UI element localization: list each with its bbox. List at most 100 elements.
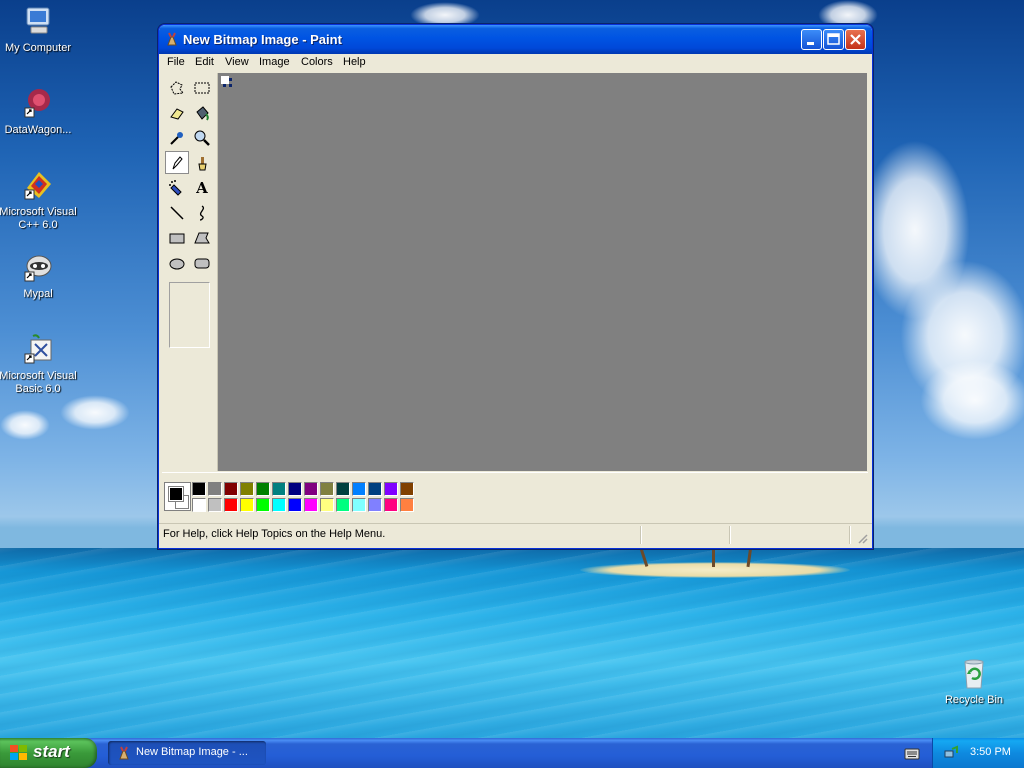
title-bar[interactable]: New Bitmap Image - Paint [159, 25, 872, 54]
ellipse-tool[interactable] [165, 251, 189, 274]
clock: 3:50 PM [970, 746, 1011, 758]
menu-file[interactable]: File [167, 56, 185, 68]
size-grip-icon[interactable] [856, 532, 868, 544]
rectangle-icon [169, 233, 185, 243]
resize-handle[interactable] [229, 78, 232, 81]
pencil-icon [172, 155, 183, 169]
palette-color-swatch[interactable] [368, 498, 382, 512]
palette-color-swatch[interactable] [208, 498, 222, 512]
desktop-icon-datawagon[interactable]: DataWagon... [0, 86, 78, 137]
airbrush-icon [169, 179, 182, 196]
select-tool[interactable] [190, 76, 214, 99]
paint-window[interactable]: New Bitmap Image - Paint File Edit View … [158, 24, 873, 549]
palette-color-swatch[interactable] [208, 482, 222, 496]
canvas-area[interactable] [218, 73, 867, 471]
recycle-bin-icon [957, 656, 991, 690]
palette-color-swatch[interactable] [368, 482, 382, 496]
palette-color-swatch[interactable] [272, 498, 286, 512]
line-icon [170, 205, 184, 220]
status-text: For Help, click Help Topics on the Help … [163, 528, 386, 540]
brush-icon [198, 156, 207, 170]
visual-cpp-icon [21, 168, 55, 202]
desktop-icon-visual-basic[interactable]: Microsoft Visual Basic 6.0 [0, 332, 78, 396]
cloud [0, 410, 50, 440]
select-icon [194, 82, 210, 93]
palette-color-swatch[interactable] [336, 482, 350, 496]
palette-color-swatch[interactable] [288, 498, 302, 512]
palette-color-swatch[interactable] [320, 482, 334, 496]
palette-color-swatch[interactable] [384, 498, 398, 512]
palette-color-swatch[interactable] [256, 498, 270, 512]
palette-color-swatch[interactable] [192, 482, 206, 496]
desktop-icon-recycle-bin[interactable]: Recycle Bin [934, 656, 1014, 707]
curve-tool[interactable] [190, 201, 214, 224]
palette-color-swatch[interactable] [288, 482, 302, 496]
desktop-icon-label: Recycle Bin [944, 694, 1004, 706]
free-form-select-icon [170, 80, 184, 95]
brush-tool[interactable] [190, 151, 214, 174]
palette-color-swatch[interactable] [272, 482, 286, 496]
palette-color-swatch[interactable] [256, 482, 270, 496]
palette-color-swatch[interactable] [192, 498, 206, 512]
menu-image[interactable]: Image [259, 56, 290, 68]
taskbar-button-paint[interactable]: New Bitmap Image - ... [108, 741, 266, 765]
palette-color-swatch[interactable] [336, 498, 350, 512]
start-button[interactable]: start [0, 738, 97, 768]
maximize-button[interactable] [823, 29, 844, 50]
palette-color-swatch[interactable] [384, 482, 398, 496]
rectangle-tool[interactable] [165, 226, 189, 249]
pick-color-tool[interactable] [165, 126, 189, 149]
ellipse-icon [169, 258, 185, 269]
polygon-tool[interactable] [190, 226, 214, 249]
cloud [920, 360, 1024, 440]
magnifier-tool[interactable] [190, 126, 214, 149]
desktop-icon-visual-cpp[interactable]: Microsoft Visual C++ 6.0 [0, 168, 78, 232]
palette-color-swatch[interactable] [304, 498, 318, 512]
drawing-canvas[interactable] [221, 76, 229, 84]
desktop-icon-label: DataWagon... [4, 124, 72, 136]
keyboard-icon[interactable] [904, 747, 920, 761]
desktop-icon-label: Microsoft Visual Basic 6.0 [0, 370, 77, 395]
palette-color-swatch[interactable] [240, 482, 254, 496]
eraser-tool[interactable] [165, 101, 189, 124]
desktop-icon-label: Mypal [23, 288, 53, 300]
system-tray: 3:50 PM [932, 738, 1024, 768]
free-form-select-tool[interactable] [165, 76, 189, 99]
desktop-icon-mypal[interactable]: Mypal [0, 250, 78, 301]
pencil-tool[interactable] [165, 151, 189, 174]
datawagon-icon [21, 86, 55, 120]
line-tool[interactable] [165, 201, 189, 224]
close-button[interactable] [845, 29, 866, 50]
palette-color-swatch[interactable] [304, 482, 318, 496]
taskbar-button-label: New Bitmap Image - ... [136, 746, 248, 758]
menu-help[interactable]: Help [343, 56, 366, 68]
rounded-rectangle-tool[interactable] [190, 251, 214, 274]
status-divider [640, 526, 642, 544]
palette-color-swatch[interactable] [352, 498, 366, 512]
palette-color-swatch[interactable] [224, 498, 238, 512]
desktop-icon-my-computer[interactable]: My Computer [0, 4, 78, 55]
color-box [162, 472, 868, 521]
taskbar: start New Bitmap Image - ... 3:50 PM [0, 738, 1024, 768]
current-colors [164, 482, 191, 511]
text-tool[interactable]: A [190, 176, 214, 199]
palette-color-swatch[interactable] [352, 482, 366, 496]
menu-view[interactable]: View [225, 56, 249, 68]
palette-color-swatch[interactable] [400, 482, 414, 496]
resize-handle[interactable] [229, 84, 232, 87]
tool-options-box[interactable] [169, 282, 210, 348]
cloud [60, 395, 130, 430]
menu-colors[interactable]: Colors [301, 56, 333, 68]
network-icon[interactable] [943, 745, 959, 761]
palette-color-swatch[interactable] [320, 498, 334, 512]
menu-edit[interactable]: Edit [195, 56, 214, 68]
fill-with-color-tool[interactable] [190, 101, 214, 124]
palette-color-swatch[interactable] [400, 498, 414, 512]
minimize-button[interactable] [801, 29, 822, 50]
paint-app-icon [119, 746, 129, 760]
palette-color-swatch[interactable] [224, 482, 238, 496]
palette-color-swatch[interactable] [240, 498, 254, 512]
resize-handle[interactable] [223, 84, 226, 87]
status-bar: For Help, click Help Topics on the Help … [159, 523, 872, 546]
airbrush-tool[interactable] [165, 176, 189, 199]
